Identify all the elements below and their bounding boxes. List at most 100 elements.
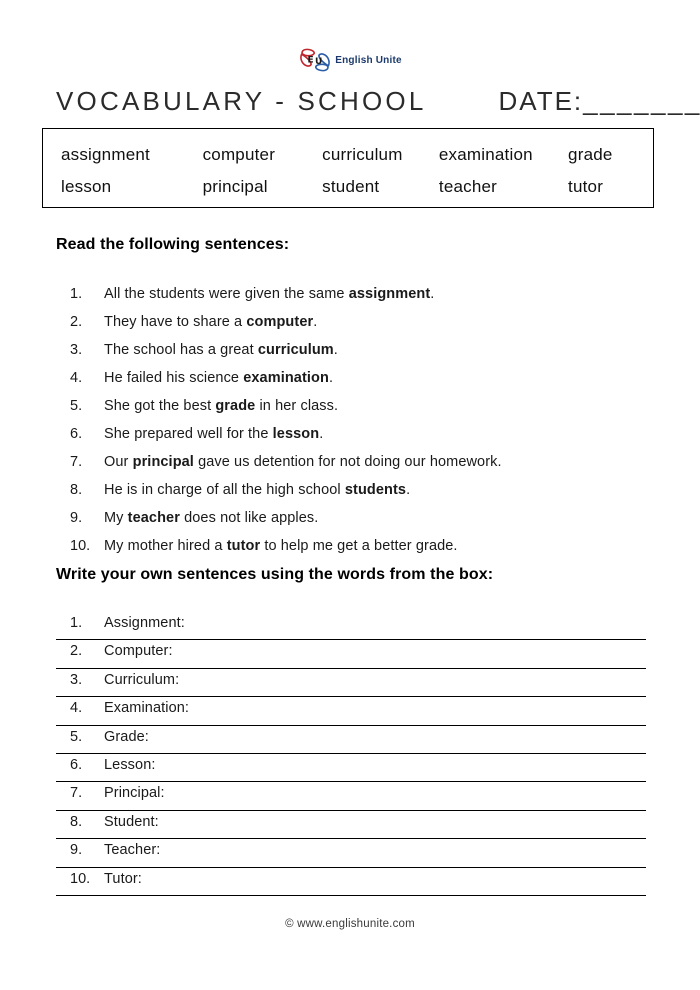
sentence-text: Our principal gave us detention for not … <box>104 454 656 470</box>
write-line-number: 8. <box>70 813 83 830</box>
vocabulary-word-box: assignment computer curriculum examinati… <box>42 128 654 208</box>
word-item: lesson <box>61 177 112 196</box>
sentence-item: 6. She prepared well for the lesson. <box>56 426 656 454</box>
write-line-number: 10. <box>70 870 91 887</box>
word-box-row: assignment computer curriculum examinati… <box>61 139 635 171</box>
write-line-label: Teacher: <box>104 842 161 859</box>
sentence-item: 5. She got the best grade in her class. <box>56 398 656 426</box>
write-line-row[interactable]: 4. Examination: <box>56 697 646 726</box>
sentence-number: 5. <box>70 398 83 414</box>
write-section-heading: Write your own sentences using the words… <box>56 566 494 583</box>
date-field: DATE:________ <box>499 86 700 117</box>
sentence-text: My mother hired a tutor to help me get a… <box>104 538 656 554</box>
write-line-content: 1. Assignment: <box>56 612 646 631</box>
write-line-row[interactable]: 9. Teacher: <box>56 839 646 868</box>
write-line-row[interactable]: 7. Principal: <box>56 782 646 811</box>
target-vocabulary-word: examination <box>243 370 329 386</box>
sentence-number: 1. <box>70 286 83 302</box>
write-line-label: Assignment: <box>104 615 185 631</box>
target-vocabulary-word: lesson <box>272 426 320 442</box>
sentence-prefix: My mother hired a <box>104 538 227 554</box>
sentence-number: 6. <box>70 426 83 442</box>
write-line-label: Tutor: <box>104 870 142 887</box>
sentence-text: He failed his science examination. <box>104 370 656 386</box>
write-line-content: 6. Lesson: <box>56 754 646 773</box>
target-vocabulary-word: computer <box>246 314 314 330</box>
sentence-number: 8. <box>70 482 83 498</box>
sentence-item: 1. All the students were given the same a… <box>56 286 656 314</box>
sentence-item: 10. My mother hired a tutor to help me ge… <box>56 538 656 566</box>
write-line-label: Grade: <box>104 728 149 745</box>
write-line-label: Examination: <box>104 700 190 717</box>
write-line-row[interactable]: 8. Student: <box>56 811 646 840</box>
write-line-label: Student: <box>104 813 159 830</box>
sentence-list: 1. All the students were given the same a… <box>56 286 656 566</box>
sentence-prefix: He is in charge of all the high school <box>104 482 345 498</box>
sentence-number: 4. <box>70 370 83 386</box>
svg-text:U: U <box>315 57 322 67</box>
write-line-label: Principal: <box>104 785 165 802</box>
write-line-content: 4. Examination: <box>56 697 646 716</box>
write-line-row[interactable]: 3. Curriculum: <box>56 669 646 698</box>
sentence-number: 10. <box>70 538 91 554</box>
sentence-number: 9. <box>70 510 83 526</box>
target-vocabulary-word: curriculum <box>257 342 334 358</box>
sentence-item: 9. My teacher does not like apples. <box>56 510 656 538</box>
write-line-content: 2. Computer: <box>56 640 646 659</box>
word-item: student <box>322 177 380 196</box>
english-unite-logo-icon: E U <box>298 48 332 72</box>
word-item: teacher <box>438 177 497 196</box>
write-line-label: Computer: <box>104 643 173 660</box>
sentence-suffix: gave us detention for not doing our home… <box>193 454 502 470</box>
write-line-row[interactable]: 6. Lesson: <box>56 754 646 783</box>
word-item: grade <box>568 145 613 164</box>
sentence-number: 7. <box>70 454 83 470</box>
site-logo: E U English Unite <box>0 48 700 72</box>
sentence-text: He is in charge of all the high school s… <box>104 482 656 498</box>
sentence-prefix: She got the best <box>104 398 216 414</box>
word-item: computer <box>202 145 276 164</box>
sentence-suffix: . <box>313 314 318 330</box>
write-line-number: 7. <box>70 785 83 802</box>
write-line-number: 3. <box>70 671 83 688</box>
sentence-suffix: in her class. <box>255 398 339 414</box>
word-item: examination <box>438 145 533 164</box>
write-line-number: 1. <box>70 615 83 631</box>
logo-text: English Unite <box>335 54 402 66</box>
word-item: tutor <box>568 177 604 196</box>
word-item: principal <box>202 177 268 196</box>
write-line-content: 3. Curriculum: <box>56 669 646 688</box>
sentence-number: 3. <box>70 342 83 358</box>
sentence-item: 4. He failed his science examination. <box>56 370 656 398</box>
write-line-number: 4. <box>70 700 83 717</box>
write-line-number: 5. <box>70 728 83 745</box>
sentence-prefix: Our <box>104 454 133 470</box>
target-vocabulary-word: principal <box>132 454 194 470</box>
sentence-suffix: . <box>406 482 411 498</box>
sentence-suffix: . <box>319 426 324 442</box>
write-line-row[interactable]: 1. Assignment: <box>56 612 646 641</box>
target-vocabulary-word: teacher <box>127 510 180 526</box>
target-vocabulary-word: students <box>344 482 407 498</box>
word-item: curriculum <box>322 145 403 164</box>
sentence-text: My teacher does not like apples. <box>104 510 656 526</box>
sentence-suffix: to help me get a better grade. <box>260 538 458 554</box>
word-box-row: lesson principal student teacher tutor <box>61 171 635 203</box>
write-line-row[interactable]: 2. Computer: <box>56 640 646 669</box>
sentence-prefix: He failed his science <box>104 370 244 386</box>
sentence-item: 8. He is in charge of all the high school… <box>56 482 656 510</box>
target-vocabulary-word: tutor <box>226 538 261 554</box>
svg-text:E: E <box>308 56 314 66</box>
sentence-item: 7. Our principal gave us detention for no… <box>56 454 656 482</box>
date-label: DATE: <box>498 86 584 116</box>
write-line-number: 6. <box>70 756 83 773</box>
write-line-label: Lesson: <box>104 756 156 773</box>
page-title: VOCABULARY - SCHOOL <box>56 86 427 116</box>
write-line-row[interactable]: 5. Grade: <box>56 726 646 754</box>
sentence-text: The school has a great curriculum. <box>104 342 656 358</box>
write-line-number: 9. <box>70 842 83 859</box>
sentence-suffix: . <box>333 342 338 358</box>
target-vocabulary-word: grade <box>215 398 256 414</box>
sentence-item: 3. The school has a great curriculum. <box>56 342 656 370</box>
write-line-row[interactable]: 10. Tutor: <box>56 868 646 896</box>
